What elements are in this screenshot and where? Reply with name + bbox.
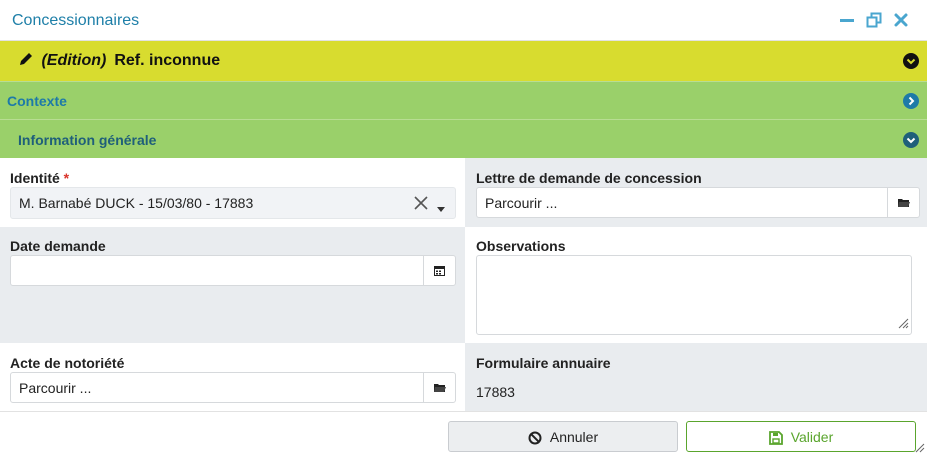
calendar-icon xyxy=(434,266,445,276)
lettre-value: Parcourir ... xyxy=(485,195,558,211)
calendar-button[interactable] xyxy=(423,256,455,285)
close-icon[interactable] xyxy=(893,12,909,28)
acte-file-input[interactable]: Parcourir ... xyxy=(10,372,456,403)
folder-icon xyxy=(898,199,910,207)
identite-value: M. Barnabé DUCK - 15/03/80 - 17883 xyxy=(19,195,254,211)
identite-label: Identité * xyxy=(10,170,70,186)
browse-button[interactable] xyxy=(423,373,455,402)
validate-label: Valider xyxy=(790,429,834,445)
edition-header[interactable]: (Edition) Ref. inconnue xyxy=(0,41,927,81)
window-resize-icon[interactable] xyxy=(915,440,925,456)
edition-title: (Edition) Ref. inconnue xyxy=(19,52,220,70)
section-contexte[interactable]: Contexte xyxy=(0,81,927,119)
clear-icon[interactable] xyxy=(414,196,428,213)
validate-button[interactable]: Valider xyxy=(686,421,916,452)
chevron-down-icon[interactable] xyxy=(903,53,919,69)
chevron-right-icon[interactable] xyxy=(903,93,919,109)
ban-icon xyxy=(528,431,542,445)
folder-icon xyxy=(434,384,446,392)
observations-label: Observations xyxy=(476,238,566,254)
dropdown-caret-icon[interactable] xyxy=(437,200,445,216)
window-title: Concessionnaires xyxy=(12,12,140,29)
edition-ref: Ref. inconnue xyxy=(114,52,221,69)
observations-textarea[interactable] xyxy=(476,255,912,335)
window-titlebar: Concessionnaires xyxy=(0,0,927,41)
lettre-file-input[interactable]: Parcourir ... xyxy=(476,187,920,218)
acte-value: Parcourir ... xyxy=(19,380,92,396)
section-information-generale[interactable]: Information générale xyxy=(0,119,927,158)
pencil-icon xyxy=(20,53,32,65)
cancel-label: Annuler xyxy=(549,429,599,445)
date-demande-input[interactable] xyxy=(10,255,456,286)
formulaire-value: 17883 xyxy=(476,384,515,400)
save-icon xyxy=(768,431,783,445)
cancel-button[interactable]: Annuler xyxy=(448,421,678,452)
date-demande-label: Date demande xyxy=(10,238,106,254)
lettre-label: Lettre de demande de concession xyxy=(476,170,702,186)
minimize-icon[interactable] xyxy=(839,12,855,28)
panel-formulaire xyxy=(465,343,927,411)
restore-icon[interactable] xyxy=(866,12,882,28)
section-contexte-label: Contexte xyxy=(7,93,67,109)
acte-label: Acte de notoriété xyxy=(10,355,125,371)
edition-mode: (Edition) xyxy=(41,52,107,69)
browse-button[interactable] xyxy=(887,188,919,217)
resize-handle-icon[interactable] xyxy=(898,316,909,332)
section-info-label: Information générale xyxy=(18,132,157,148)
identite-select[interactable]: M. Barnabé DUCK - 15/03/80 - 17883 xyxy=(10,187,456,219)
formulaire-label: Formulaire annuaire xyxy=(476,355,611,371)
chevron-down-icon[interactable] xyxy=(903,132,919,148)
